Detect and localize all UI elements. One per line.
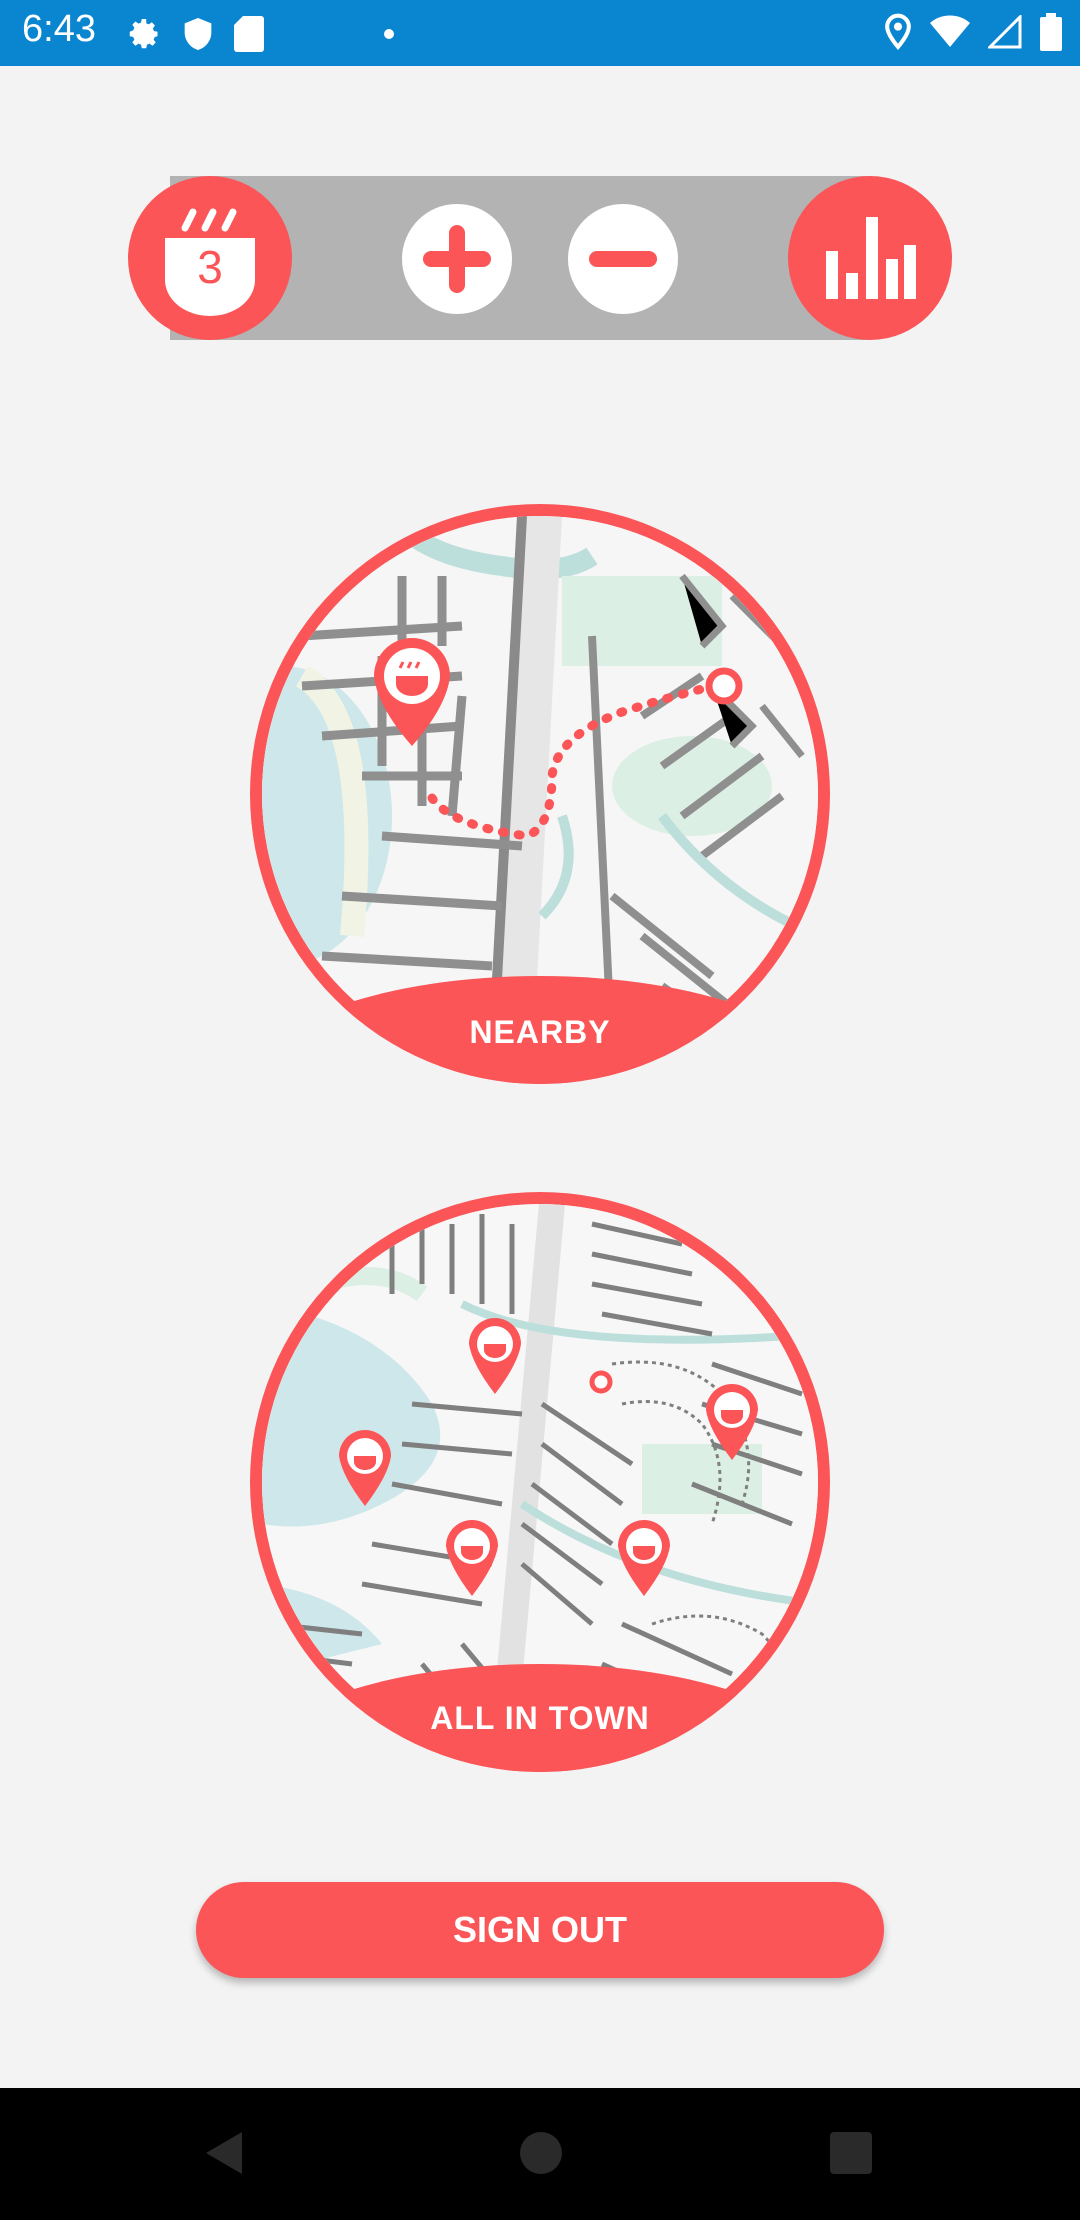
cup-count: 3 [197,241,223,293]
recent-apps-icon[interactable] [830,2132,872,2174]
sign-out-button[interactable]: SIGN OUT [196,1882,884,1978]
status-time: 6:43 [22,8,96,50]
wifi-icon [930,15,970,47]
nearby-map-button[interactable]: NEARBY [250,504,830,1084]
navigation-bar [0,2088,1080,2220]
signal-icon [988,15,1022,49]
statistics-button[interactable] [788,176,952,340]
sd-card-icon [234,16,264,52]
notification-dot [384,29,394,39]
home-icon[interactable] [520,2132,562,2174]
shield-icon [184,18,212,50]
minus-icon [589,251,657,267]
nearby-label-band: NEARBY [250,976,830,1084]
status-right-icons [884,12,1062,52]
bar-chart-icon [826,217,916,299]
status-bar: 6:43 [0,0,1080,66]
all-in-town-map-button[interactable]: ALL IN TOWN [250,1192,830,1772]
status-left-icons [126,14,264,54]
nearby-label: NEARBY [469,1014,611,1050]
add-cup-button[interactable] [402,204,512,314]
gear-icon [129,19,158,49]
plus-icon [423,225,491,293]
all-in-town-label-band: ALL IN TOWN [250,1664,830,1772]
remove-cup-button[interactable] [568,204,678,314]
battery-icon [1040,13,1062,51]
cup-counter-button[interactable]: 3 [128,176,292,340]
back-icon[interactable] [204,2130,244,2176]
all-in-town-label: ALL IN TOWN [430,1700,650,1736]
location-icon [885,13,911,50]
